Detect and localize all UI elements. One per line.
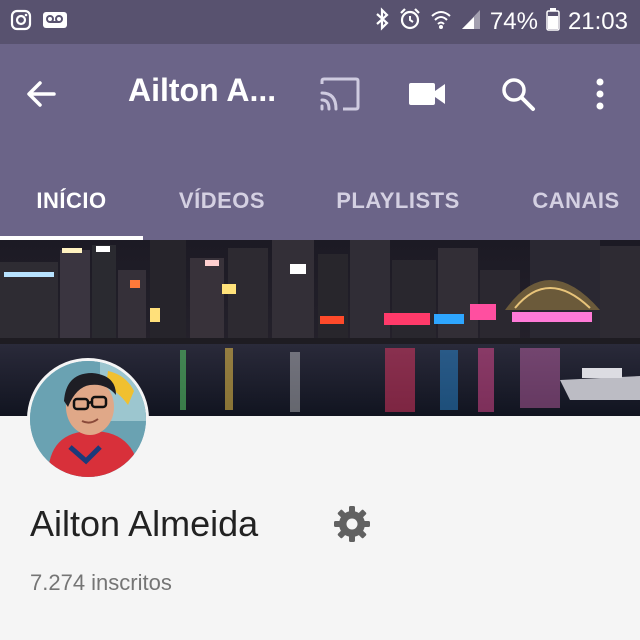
bluetooth-icon xyxy=(374,6,390,38)
wifi-icon xyxy=(430,7,452,38)
tab-inicio[interactable]: INÍCIO xyxy=(0,162,143,240)
tab-videos[interactable]: VÍDEOS xyxy=(152,162,292,240)
clock: 21:03 xyxy=(567,8,628,35)
tab-bar: INÍCIO VÍDEOS PLAYLISTS CANAIS xyxy=(0,162,640,240)
tab-playlists[interactable]: PLAYLISTS xyxy=(320,162,476,240)
battery-percent: 74% xyxy=(489,8,538,35)
back-arrow-icon[interactable] xyxy=(24,76,60,112)
status-right: 74% 21:03 xyxy=(374,6,640,38)
alarm-icon xyxy=(398,7,422,38)
cast-icon[interactable] xyxy=(318,72,362,116)
app-bar: Ailton A... INÍCIO VÍDEOS PLAYLISTS CANA… xyxy=(0,44,640,240)
tab-canais[interactable]: CANAIS xyxy=(516,162,636,240)
avatar[interactable] xyxy=(27,358,149,480)
battery-icon xyxy=(546,7,560,38)
status-left xyxy=(0,9,68,36)
video-camera-icon[interactable] xyxy=(405,72,449,116)
voicemail-icon xyxy=(42,9,68,36)
more-vert-icon[interactable] xyxy=(578,72,622,116)
toolbar: Ailton A... xyxy=(0,44,640,144)
gear-icon[interactable] xyxy=(332,504,372,544)
signal-icon xyxy=(460,7,482,38)
subscriber-count: 7.274 inscritos xyxy=(30,570,172,595)
page-title: Ailton A... xyxy=(128,72,277,108)
search-icon[interactable] xyxy=(496,72,540,116)
channel-name: Ailton Almeida xyxy=(30,503,259,544)
status-bar: 74% 21:03 xyxy=(0,0,640,44)
instagram-icon xyxy=(10,9,32,36)
